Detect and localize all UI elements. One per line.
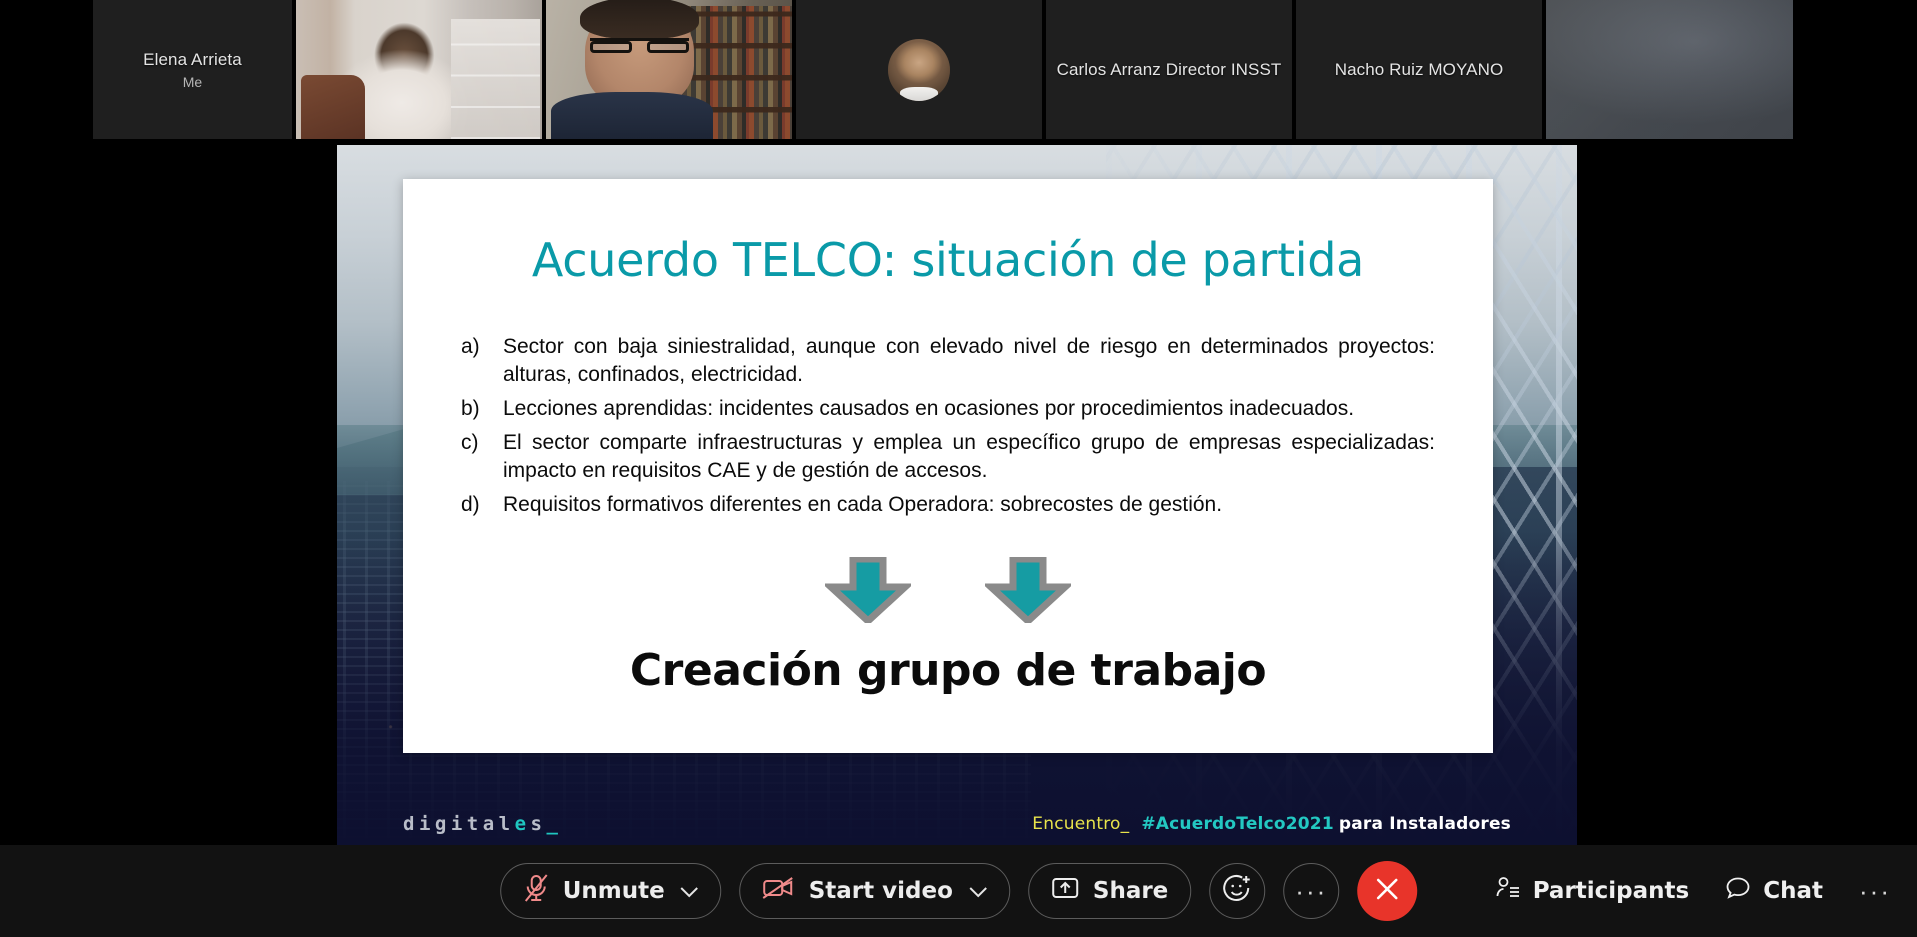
participant-tile-carlos-arranz[interactable]: Carlos Arranz Director INSST <box>1046 0 1292 139</box>
slide-title: Acuerdo TELCO: situación de partida <box>531 233 1365 287</box>
logo-text-post: s <box>530 813 547 835</box>
reactions-button[interactable] <box>1209 863 1266 919</box>
slide-arrows <box>433 556 1463 623</box>
chat-button[interactable]: Chat <box>1725 876 1823 906</box>
smiley-plus-icon <box>1222 874 1252 909</box>
bullet-marker: d) <box>461 492 480 516</box>
down-arrow-icon <box>825 556 911 623</box>
camera-off-icon <box>763 876 795 906</box>
participant-tile-video-2[interactable] <box>546 0 792 139</box>
chat-label: Chat <box>1763 878 1824 904</box>
bullet-text: El sector comparte infraestructuras y em… <box>503 430 1435 482</box>
bullet-item: a) Sector con baja siniestralidad, aunqu… <box>461 333 1435 389</box>
microphone-muted-icon <box>523 873 549 909</box>
more-options-button[interactable]: ··· <box>1283 863 1340 919</box>
participant-name: Nacho Ruiz MOYANO <box>1334 59 1504 79</box>
participant-name: Elena Arrieta <box>143 49 242 69</box>
avatar <box>888 38 950 101</box>
ellipsis-icon: ··· <box>1295 875 1328 906</box>
slide-conclusion: Creación grupo de trabajo <box>629 644 1267 696</box>
bullet-text: Lecciones aprendidas: incidentes causado… <box>503 396 1355 420</box>
slide-footer-event: Encuentro_ #AcuerdoTelco2021 para Instalad… <box>1032 814 1511 834</box>
bullet-marker: c) <box>461 430 479 454</box>
footer-hashtag: #AcuerdoTelco2021 <box>1141 814 1334 834</box>
down-arrow-icon <box>985 556 1071 623</box>
meeting-window: Elena Arrieta Me Carlos Arranz Director … <box>0 0 1917 937</box>
logo-text-pre: digital <box>403 813 515 835</box>
participants-icon <box>1495 875 1521 907</box>
participant-video-feed <box>296 0 542 139</box>
share-label: Share <box>1092 878 1169 904</box>
participant-tile-nacho-ruiz[interactable]: Nacho Ruiz MOYANO <box>1296 0 1542 139</box>
chevron-down-icon[interactable] <box>969 878 987 904</box>
participant-tile-avatar[interactable] <box>796 0 1042 139</box>
participant-filmstrip: Elena Arrieta Me Carlos Arranz Director … <box>93 0 1823 139</box>
start-video-label: Start video <box>808 878 953 904</box>
chevron-down-icon[interactable] <box>680 878 699 904</box>
start-video-button[interactable]: Start video <box>739 863 1010 919</box>
bullet-marker: a) <box>461 335 480 358</box>
footer-encuentro-label: Encuentro_ <box>1032 814 1130 834</box>
bullet-item: b) Lecciones aprendidas: incidentes caus… <box>461 395 1435 423</box>
logo-cursor: _ <box>546 813 563 835</box>
slide-bullet-list: a) Sector con baja siniestralidad, aunqu… <box>461 333 1435 519</box>
meeting-toolbar: Unmute Start video Share ··· Participant… <box>0 845 1917 937</box>
participant-tile-video-3[interactable] <box>1546 0 1793 139</box>
unmute-label: Unmute <box>562 878 665 904</box>
unmute-button[interactable]: Unmute <box>499 863 722 919</box>
footer-subtitle: para Instaladores <box>1338 814 1511 834</box>
participant-self-label: Me <box>182 74 203 91</box>
toolbar-center-group: Unmute Start video Share ··· <box>499 861 1418 921</box>
bullet-text: Sector con baja siniestralidad, aunque c… <box>503 335 1435 386</box>
participants-label: Participants <box>1532 878 1690 904</box>
digitales-logo: digitales_ <box>403 813 562 835</box>
shared-screen-stage[interactable]: Acuerdo TELCO: situación de partida a) S… <box>337 145 1577 845</box>
slide-footer: digitales_ Encuentro_ #AcuerdoTelco2021 pa… <box>337 813 1577 835</box>
share-button[interactable]: Share <box>1027 863 1192 919</box>
toolbar-overflow-button[interactable]: ··· <box>1859 876 1891 907</box>
logo-text-accent: e <box>514 813 531 835</box>
participant-tile-video-1[interactable] <box>296 0 542 139</box>
participant-video-feed <box>1546 0 1793 139</box>
bullet-text: Requisitos formativos diferentes en cada… <box>503 492 1223 516</box>
participant-tile-elena-arrieta[interactable]: Elena Arrieta Me <box>93 0 292 139</box>
bullet-item: d) Requisitos formativos diferentes en c… <box>461 491 1435 519</box>
leave-meeting-button[interactable] <box>1357 861 1418 921</box>
toolbar-right-group: Participants Chat ··· <box>1495 875 1891 907</box>
bullet-item: c) El sector comparte infraestructuras y… <box>461 429 1435 485</box>
bullet-marker: b) <box>461 396 480 420</box>
slide-content-card: Acuerdo TELCO: situación de partida a) S… <box>403 179 1493 753</box>
share-screen-icon <box>1051 876 1079 906</box>
chat-bubble-icon <box>1725 876 1751 906</box>
participants-button[interactable]: Participants <box>1495 875 1690 907</box>
participant-name: Carlos Arranz Director INSST <box>1056 59 1282 79</box>
close-icon <box>1373 875 1401 908</box>
participant-video-feed <box>546 0 792 139</box>
